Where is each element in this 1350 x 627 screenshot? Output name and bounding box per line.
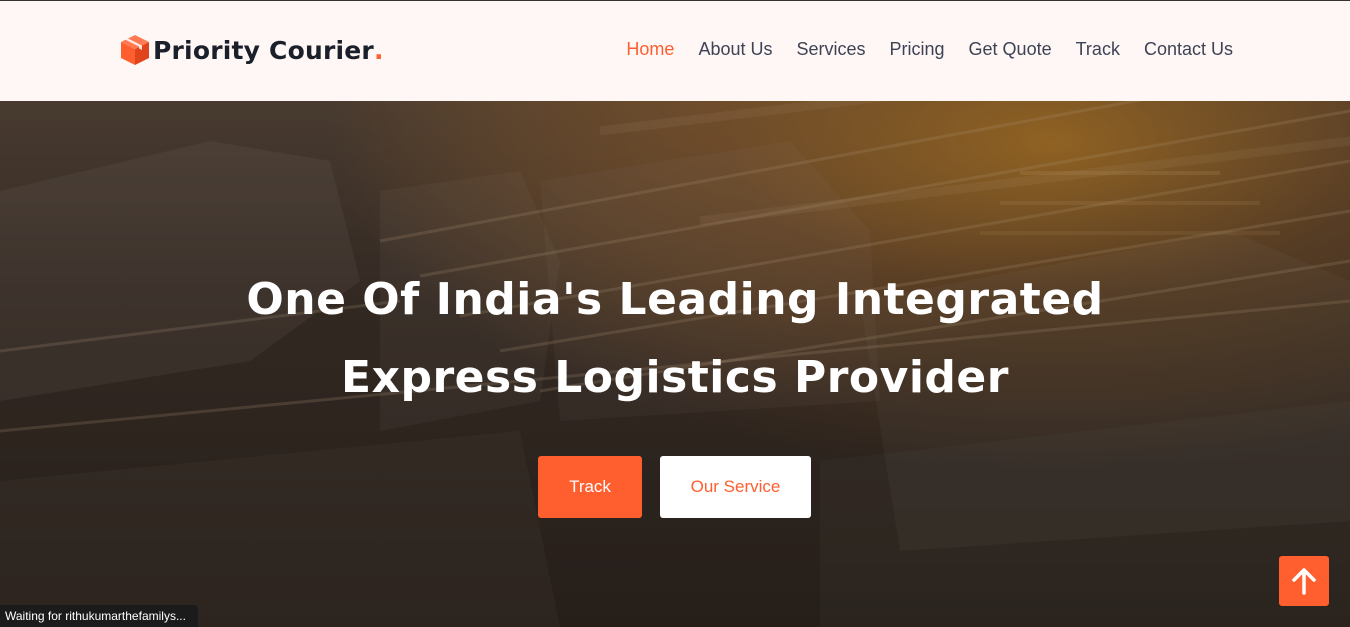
back-to-top-button[interactable] [1279,556,1329,606]
nav-pricing[interactable]: Pricing [890,39,945,60]
hero-headline: One Of India's Leading Integrated Expres… [0,261,1350,417]
arrow-up-icon [1292,568,1316,595]
nav-services[interactable]: Services [796,39,865,60]
nav-home[interactable]: Home [626,39,674,60]
nav-track[interactable]: Track [1076,39,1120,60]
hero-headline-line-1: One Of India's Leading Integrated [246,274,1104,325]
hero-section: One Of India's Leading Integrated Expres… [0,101,1350,627]
brand-name: Priority Courier [153,35,374,65]
navbar: Priority Courier. Home About Us Services… [0,1,1350,101]
our-service-button[interactable]: Our Service [660,456,811,518]
main-nav: Home About Us Services Pricing Get Quote… [602,39,1233,60]
browser-status-bar: Waiting for rithukumarthefamilys... [0,605,198,627]
nav-contact-us[interactable]: Contact Us [1144,39,1233,60]
track-button[interactable]: Track [538,456,642,518]
hero-headline-line-2: Express Logistics Provider [341,352,1009,403]
nav-get-quote[interactable]: Get Quote [969,39,1052,60]
nav-about-us[interactable]: About Us [698,39,772,60]
brand-dot: . [373,35,384,65]
brand-logo[interactable]: Priority Courier. [120,34,383,66]
package-box-icon [121,35,149,65]
